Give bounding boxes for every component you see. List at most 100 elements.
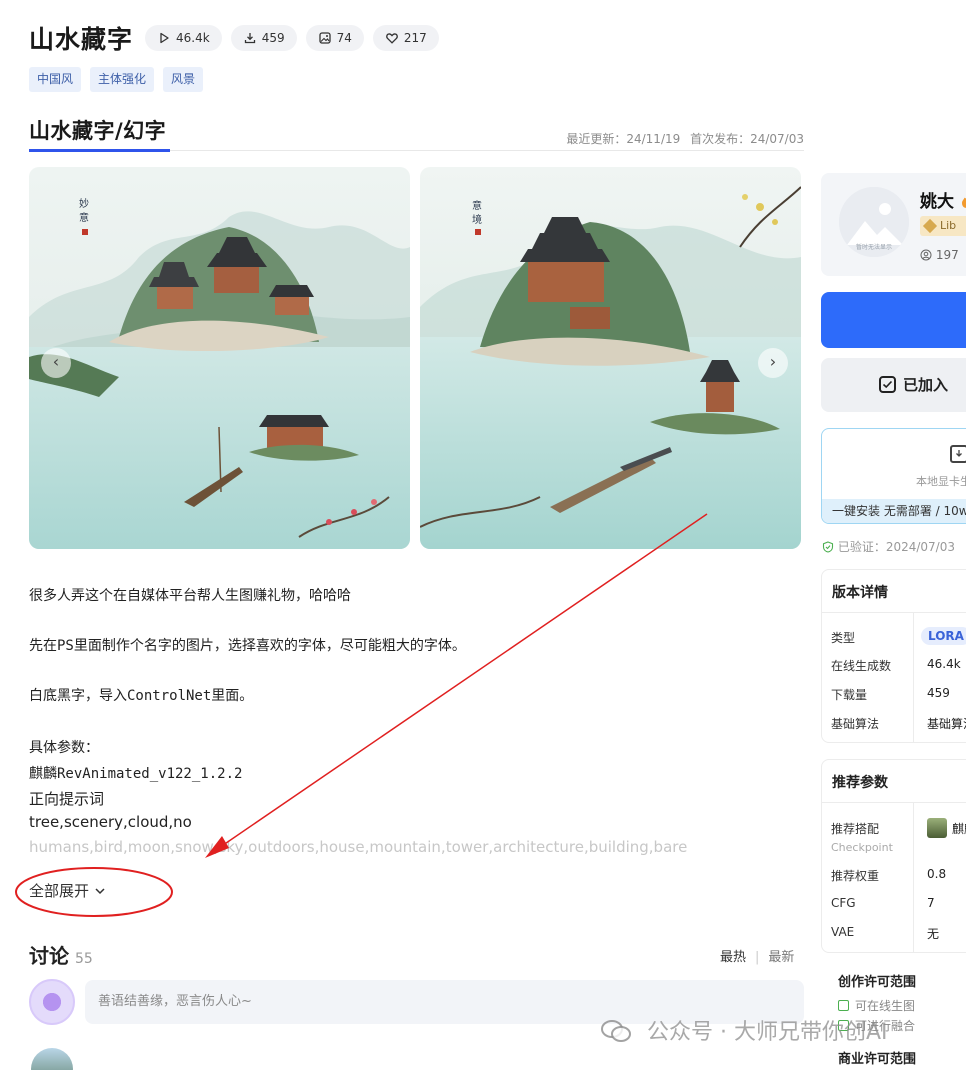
version-bar: 山水藏字/幻字 最近更新：24/11/19 首次发布：24/07/03: [29, 115, 804, 152]
param-value: 无: [927, 927, 940, 941]
panel-title: 推荐参数: [832, 775, 888, 791]
stat-runs-value: 46.4k: [176, 31, 210, 45]
local-gpu-text: 本地显卡生: [916, 475, 966, 488]
checkpoint-thumbnail[interactable]: [927, 818, 947, 838]
version-tab[interactable]: 山水藏字/幻字: [29, 115, 170, 152]
author-card[interactable]: 暂时无法显示 姚大 Lib 197: [821, 173, 966, 276]
stat-runs: 46.4k: [145, 25, 222, 51]
gallery-prev-button[interactable]: ‹: [41, 348, 71, 378]
heart-icon: [386, 33, 398, 44]
check-icon: [838, 1000, 849, 1011]
author-avatar[interactable]: 暂时无法显示: [839, 187, 909, 257]
svg-text:意: 意: [79, 211, 89, 224]
stat-images-value: 74: [336, 31, 352, 45]
version-details-panel: 版本详情 类型 LORA 在线生成数 46.4k 下载量 459 基础算法 基础…: [821, 569, 966, 743]
detail-key: 基础算法: [831, 717, 880, 731]
current-user-avatar: [29, 979, 75, 1025]
sort-hot-button[interactable]: 最热: [720, 950, 746, 965]
type-badge: LORA: [921, 627, 966, 645]
stat-downloads-value: 459: [261, 31, 285, 45]
sort-separator: |: [755, 950, 760, 965]
divider: [913, 612, 914, 743]
detail-key: 下载量: [831, 688, 868, 702]
local-gpu-card[interactable]: 本地显卡生 一键安装 无需部署 / 10w: [821, 428, 966, 524]
updated-date: 最近更新：24/11/19: [566, 132, 681, 146]
author-fans: 197: [920, 248, 959, 262]
desc-line: 正向提示词: [29, 790, 105, 808]
tag-item[interactable]: 风景: [163, 67, 204, 92]
wechat-icon: [601, 1020, 631, 1042]
param-key: 推荐权重: [831, 869, 880, 883]
discussion-title: 讨论 55: [29, 940, 93, 969]
checkpoint-link[interactable]: 麒麟: [952, 820, 966, 837]
flame-icon: [961, 197, 966, 208]
svg-text:妙: 妙: [79, 197, 89, 210]
local-install-strip: 一键安装 无需部署 / 10w: [822, 499, 966, 523]
chevron-down-icon: [95, 888, 105, 895]
watermark: 公众号 · 大师兄带你创AI: [600, 1014, 888, 1046]
joined-label: 已加入: [903, 376, 949, 394]
param-value: 0.8: [927, 867, 947, 881]
svg-text:境: 境: [472, 213, 482, 226]
tag-item[interactable]: 主体强化: [90, 67, 155, 92]
desc-line: tree,scenery,cloud,no: [29, 813, 192, 831]
sort-new-button[interactable]: 最新: [768, 950, 794, 965]
online-run-button[interactable]: [821, 292, 966, 348]
detail-key: 类型: [831, 631, 856, 645]
image-gallery: 妙 意 意 境: [29, 167, 802, 549]
detail-value: 459: [927, 686, 950, 700]
stat-likes-value: 217: [403, 31, 427, 45]
desc-line: 麒麟RevAnimated_v122_1.2.2: [29, 766, 243, 782]
detail-value: 46.4k: [927, 657, 961, 671]
checkmark-glyph: [882, 380, 893, 389]
svg-text:意: 意: [472, 199, 482, 212]
panel-title: 版本详情: [832, 585, 888, 601]
stat-likes[interactable]: 217: [372, 25, 439, 51]
download-icon: [244, 33, 255, 44]
tag-list: 中国风 主体强化 风景: [29, 67, 212, 92]
author-level-badge: Lib: [920, 216, 966, 236]
desc-line: 先在PS里面制作个名字的图片，选择喜欢的字体，尽可能粗大的字体。: [29, 638, 466, 654]
divider: [913, 802, 914, 953]
param-value: 7: [927, 896, 935, 910]
desc-line: 很多人弄这个在自媒体平台帮人生图赚礼物，哈哈哈: [29, 588, 351, 604]
gallery-next-button[interactable]: ›: [758, 348, 788, 378]
joined-button[interactable]: 已加入: [821, 358, 966, 412]
license-create-title: 创作许可范围: [838, 975, 917, 990]
gallery-image[interactable]: 意 境: [420, 167, 801, 549]
avatar-caption: 暂时无法显示: [856, 243, 892, 251]
expand-all-button[interactable]: 全部展开: [29, 880, 106, 901]
annotation-arrow-line: [212, 513, 708, 853]
pairing-key: 推荐搭配 Checkpoint: [831, 822, 893, 854]
divider: [822, 802, 966, 803]
stat-downloads: 459: [230, 25, 297, 51]
detail-key: 在线生成数: [831, 659, 892, 673]
user-icon: [920, 249, 932, 261]
discussion-count: 55: [75, 951, 93, 967]
desc-line: 具体参数：: [29, 740, 99, 756]
license-commercial-title: 商业许可范围: [838, 1052, 917, 1067]
page-title: 山水藏字: [29, 25, 134, 54]
divider: [822, 612, 966, 613]
param-key: CFG: [831, 896, 856, 910]
detail-value: 基础算法: [927, 717, 966, 731]
commenter-avatar[interactable]: [31, 1048, 73, 1070]
tag-item[interactable]: 中国风: [29, 67, 82, 92]
pairing-sub: Checkpoint: [831, 841, 893, 854]
desc-line: 白底黑字，导入ControlNet里面。: [29, 688, 254, 704]
expand-label: 全部展开: [29, 882, 90, 900]
play-icon: [160, 32, 169, 44]
image-icon: [318, 32, 331, 44]
shield-check-icon: [822, 541, 834, 553]
desc-line: humans,bird,moon,snow,sky,outdoors,house…: [29, 838, 688, 856]
title-row: 山水藏字 46.4k 459 74 217: [29, 20, 448, 56]
license-item: 可在线生图: [838, 997, 915, 1014]
verified-date: 已验证：2024/07/03: [822, 538, 955, 555]
discussion-sort: 最热 | 最新: [720, 946, 794, 965]
discussion-label: 讨论: [29, 944, 69, 968]
gallery-image[interactable]: 妙 意: [29, 167, 410, 549]
author-name[interactable]: 姚大: [920, 187, 966, 212]
param-key: VAE: [831, 925, 855, 939]
version-dates: 最近更新：24/11/19 首次发布：24/07/03: [560, 130, 804, 147]
recommend-panel: 推荐参数 推荐搭配 Checkpoint 麒麟 推荐权重 0.8 CFG 7 V…: [821, 759, 966, 953]
